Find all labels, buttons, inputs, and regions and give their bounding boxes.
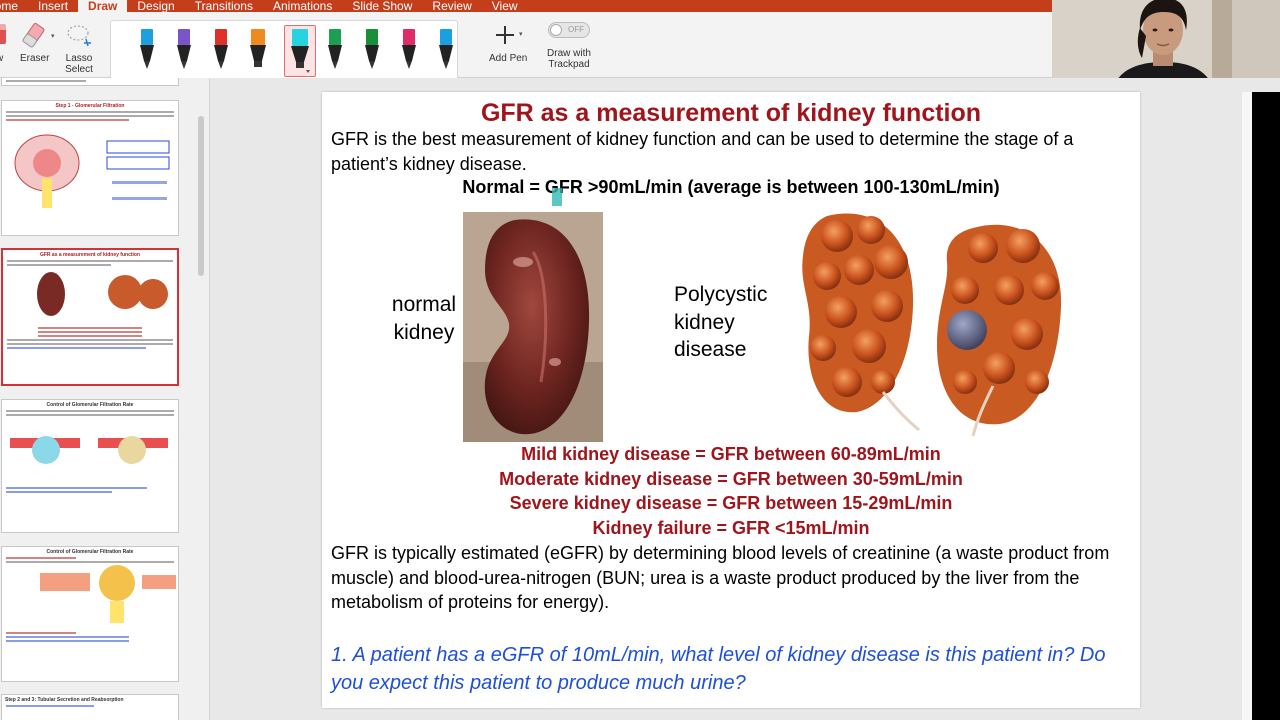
- kidney-disease-stages: Mild kidney disease = GFR between 60-89m…: [322, 442, 1140, 540]
- thumb-text-line: [6, 640, 130, 642]
- tab-design[interactable]: Design: [127, 0, 184, 12]
- thumb-text-line: [6, 115, 174, 117]
- tab-transitions[interactable]: Transitions: [185, 0, 263, 12]
- highlighter-cyan-selected[interactable]: [284, 25, 316, 77]
- highlighter-orange[interactable]: [248, 27, 268, 75]
- thumb-title: Control of Glomerular Filtration Rate: [46, 402, 134, 408]
- toggle-state: OFF: [568, 25, 584, 34]
- powerpoint-window: Home Insert Draw Design Transitions Anim…: [0, 0, 1280, 720]
- thumb-text-line: [37, 335, 143, 337]
- slide-thumbnail-step2-3[interactable]: Step 2 and 3: Tubular Secretion and Reab…: [1, 694, 179, 720]
- pen-red[interactable]: [211, 27, 231, 75]
- thumb-arteriole-diagram: [10, 436, 168, 464]
- thumb-text-line: [6, 561, 174, 563]
- thumb-glomerulus-diagram: [14, 134, 170, 208]
- stage-moderate: Moderate kidney disease = GFR between 30…: [499, 468, 963, 489]
- pen-pink[interactable]: [399, 27, 419, 75]
- draw-ribbon: w Eraser ▾ Lasso Select: [0, 12, 1052, 80]
- thumb-text-line: [6, 111, 174, 113]
- thumb-text-line: [6, 414, 174, 416]
- thumb-title: GFR as a measurement of kidney function: [39, 252, 141, 258]
- normal-gfr-line: Normal = GFR >90mL/min (average is betwe…: [462, 177, 1000, 197]
- draw-with-trackpad-toggle[interactable]: OFF: [548, 22, 590, 38]
- tab-draw[interactable]: Draw: [78, 0, 128, 12]
- stage-failure: Kidney failure = GFR <15mL/min: [592, 517, 870, 538]
- normal-kidney-label: normal kidney: [384, 291, 464, 347]
- eraser-dropdown-icon[interactable]: ▾: [51, 32, 55, 40]
- slide-thumbnail-control-gfr[interactable]: Control of Glomerular Filtration Rate: [1, 399, 179, 533]
- polycystic-kidney-label: Polycystic kidney disease: [674, 281, 784, 364]
- pen-green[interactable]: [325, 27, 345, 75]
- slide-thumbnail-previous[interactable]: [1, 78, 179, 86]
- thumb-text-line: [6, 80, 86, 82]
- tab-home[interactable]: Home: [0, 0, 28, 12]
- pkd-left-kidney: [802, 213, 920, 432]
- thumb-text-line: [6, 705, 94, 707]
- add-pen-dropdown-icon[interactable]: ▾: [519, 30, 523, 38]
- highlighter-cursor: [552, 188, 562, 206]
- window-edge: [1252, 92, 1280, 720]
- slide-thumbnail-control-gfr-2[interactable]: Control of Glomerular Filtration Rate: [1, 546, 179, 682]
- thumb-text-line: [37, 327, 143, 329]
- lasso-icon[interactable]: [64, 22, 94, 50]
- normal-kidney-image: [463, 212, 603, 442]
- tab-review[interactable]: Review: [422, 0, 481, 12]
- thumb-text-line: [6, 636, 130, 638]
- stage-severe: Severe kidney disease = GFR between 15-2…: [509, 493, 953, 513]
- thumbnails-scrollbar[interactable]: [198, 116, 204, 276]
- thumb-title: Step 1 - Glomerular Filtration: [55, 103, 125, 109]
- vertical-scrollbar[interactable]: [1242, 92, 1252, 720]
- thumb-text-line: [7, 260, 173, 262]
- slide-title: GFR as a measurement of kidney function: [480, 99, 982, 127]
- slide-gfr[interactable]: GFR as a measurement of kidney function …: [322, 92, 1140, 708]
- tab-slide-show[interactable]: Slide Show: [342, 0, 422, 12]
- thumb-text-line: [6, 557, 77, 559]
- polycystic-kidney-image: [802, 213, 1062, 437]
- normal-kidney-label-text: normal kidney: [391, 293, 457, 344]
- polycystic-kidney-label-text: Polycystic kidney disease: [674, 283, 768, 361]
- thumb-text-line: [7, 347, 147, 349]
- thumb-title: Step 2 and 3: Tubular Secretion and Reab…: [5, 697, 124, 703]
- tab-insert[interactable]: Insert: [28, 0, 78, 12]
- thumb-text-line: [6, 119, 130, 121]
- pkd-right-kidney: [937, 224, 1062, 437]
- tab-view[interactable]: View: [482, 0, 528, 12]
- pen-dark-green[interactable]: [362, 27, 382, 75]
- pen-color-swatch-0: [141, 29, 153, 45]
- draw-tool-icon[interactable]: [0, 22, 8, 48]
- thumb-kidney-images: [37, 272, 168, 316]
- thumb-text-line: [7, 343, 173, 345]
- slide-intro-text: GFR is the best measurement of kidney fu…: [331, 129, 1074, 174]
- pen-gallery: [110, 20, 458, 80]
- thumb-text-line: [6, 410, 174, 412]
- thumb-title: Control of Glomerular Filtration Rate: [46, 549, 134, 555]
- toggle-knob: [550, 24, 562, 36]
- tab-animations[interactable]: Animations: [263, 0, 342, 12]
- thumb-text-line: [6, 487, 147, 489]
- ribbon-tab-bar: Home Insert Draw Design Transitions Anim…: [0, 0, 1052, 12]
- eraser-icon[interactable]: [18, 22, 48, 50]
- thumb-text-line: [6, 632, 77, 634]
- lasso-label: Lasso Select: [65, 53, 93, 75]
- slide-thumbnail-step1[interactable]: Step 1 - Glomerular Filtration: [1, 100, 179, 236]
- pen-light-blue[interactable]: [436, 27, 456, 75]
- draw-with-trackpad-label: Draw with Trackpad: [547, 48, 591, 70]
- add-pen-icon[interactable]: [494, 24, 516, 46]
- slide-thumbnails-pane: Step 1 - Glomerular Filtration GFR as a …: [0, 78, 210, 720]
- thumb-text-line: [37, 331, 143, 333]
- thumb-text-line: [6, 491, 112, 493]
- thumb-text-line: [7, 264, 112, 266]
- pen-blue[interactable]: [137, 27, 157, 75]
- pen-purple[interactable]: [174, 27, 194, 75]
- draw-tool-label: w: [0, 53, 3, 64]
- add-pen-label: Add Pen: [489, 53, 528, 64]
- stage-mild: Mild kidney disease = GFR between 60-89m…: [521, 444, 941, 464]
- eraser-label: Eraser: [20, 53, 50, 64]
- slide-thumbnail-gfr-active[interactable]: GFR as a measurement of kidney function: [1, 248, 179, 386]
- slide-question: 1. A patient has a eGFR of 10mL/min, wha…: [331, 644, 1106, 694]
- thumb-text-line: [7, 339, 173, 341]
- thumb-afferent-diagram: [40, 565, 176, 623]
- egfr-explanation: GFR is typically estimated (eGFR) by det…: [331, 543, 1110, 612]
